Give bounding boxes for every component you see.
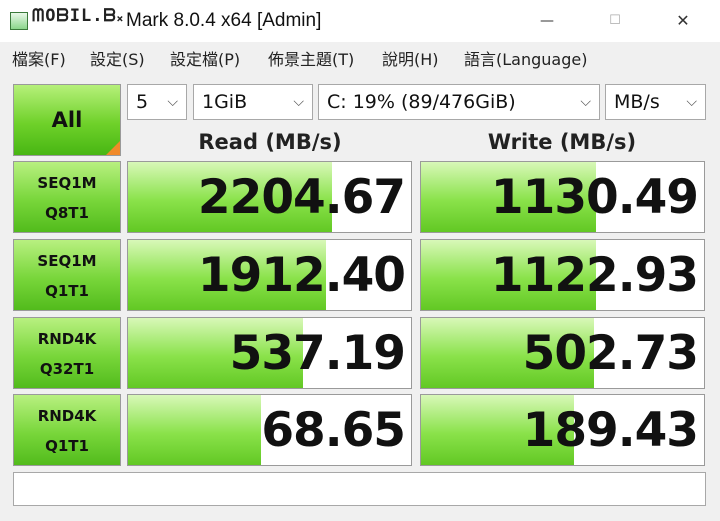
menu-file[interactable]: 檔案(F) bbox=[12, 46, 66, 70]
read-column-header: Read (MB/s) bbox=[198, 130, 342, 154]
write-column-header: Write (MB/s) bbox=[487, 130, 637, 154]
menu-theme[interactable]: 佈景主題(T) bbox=[268, 46, 354, 70]
test-rnd4k-q1t1-button[interactable]: RND4K Q1T1 bbox=[13, 394, 121, 466]
read-result-rnd4k-q32t1: 537.19 bbox=[127, 317, 412, 389]
app-disk-icon bbox=[10, 12, 28, 30]
menu-bar: 檔案(F) 設定(S) 設定檔(P) 佈景主題(T) 說明(H) 語言(Lang… bbox=[0, 42, 720, 74]
test-label-line2: Q1T1 bbox=[45, 437, 89, 455]
all-button[interactable]: All bbox=[13, 84, 121, 156]
test-count-value: 5 bbox=[136, 91, 149, 113]
write-result-seq1m-q8t1: 1130.49 bbox=[420, 161, 705, 233]
chevron-down-icon: ⌵ bbox=[293, 94, 304, 110]
test-size-value: 1GiB bbox=[202, 91, 248, 113]
test-label-line1: SEQ1M bbox=[37, 252, 97, 270]
all-button-label: All bbox=[51, 108, 83, 132]
crystaldiskmark-window: ᗰOᗷIL.ᗷ᙮ Mark 8.0.4 x64 [Admin] — ☐ ✕ 檔案… bbox=[0, 0, 720, 521]
close-button[interactable]: ✕ bbox=[660, 6, 706, 36]
menu-settings[interactable]: 設定(S) bbox=[90, 46, 145, 70]
menu-profile[interactable]: 設定檔(P) bbox=[170, 46, 240, 70]
drive-value: C: 19% (89/476GiB) bbox=[327, 91, 516, 113]
test-count-select[interactable]: 5 ⌵ bbox=[127, 84, 187, 120]
chevron-down-icon: ⌵ bbox=[167, 94, 178, 110]
title-bar: ᗰOᗷIL.ᗷ᙮ Mark 8.0.4 x64 [Admin] — ☐ ✕ bbox=[0, 0, 720, 42]
window-title: Mark 8.0.4 x64 [Admin] bbox=[126, 10, 322, 31]
drive-select[interactable]: C: 19% (89/476GiB) ⌵ bbox=[318, 84, 600, 120]
write-result-seq1m-q1t1: 1122.93 bbox=[420, 239, 705, 311]
test-seq1m-q1t1-button[interactable]: SEQ1M Q1T1 bbox=[13, 239, 121, 311]
write-value: 502.73 bbox=[522, 326, 699, 381]
test-label-line1: RND4K bbox=[37, 407, 97, 425]
test-size-select[interactable]: 1GiB ⌵ bbox=[193, 84, 313, 120]
write-value: 1130.49 bbox=[490, 170, 699, 225]
unit-select[interactable]: MB/s ⌵ bbox=[605, 84, 706, 120]
maximize-button[interactable]: ☐ bbox=[592, 6, 638, 36]
write-value: 189.43 bbox=[522, 403, 699, 458]
test-seq1m-q8t1-button[interactable]: SEQ1M Q8T1 bbox=[13, 161, 121, 233]
test-rnd4k-q32t1-button[interactable]: RND4K Q32T1 bbox=[13, 317, 121, 389]
write-value: 1122.93 bbox=[490, 248, 699, 303]
read-result-seq1m-q8t1: 2204.67 bbox=[127, 161, 412, 233]
unit-value: MB/s bbox=[614, 91, 660, 113]
read-value: 537.19 bbox=[229, 326, 406, 381]
chevron-down-icon: ⌵ bbox=[580, 94, 591, 110]
read-value: 1912.40 bbox=[197, 248, 406, 303]
test-label-line1: SEQ1M bbox=[37, 174, 97, 192]
menu-help[interactable]: 說明(H) bbox=[382, 46, 439, 70]
write-result-rnd4k-q32t1: 502.73 bbox=[420, 317, 705, 389]
menu-language[interactable]: 語言(Language) bbox=[464, 46, 587, 70]
write-result-rnd4k-q1t1: 189.43 bbox=[420, 394, 705, 466]
read-value: 68.65 bbox=[261, 403, 406, 458]
watermark-logo: ᗰOᗷIL.ᗷ᙮ bbox=[32, 6, 131, 36]
read-result-seq1m-q1t1: 1912.40 bbox=[127, 239, 412, 311]
read-result-rnd4k-q1t1: 68.65 bbox=[127, 394, 412, 466]
corner-triangle-icon bbox=[106, 141, 120, 155]
test-label-line2: Q32T1 bbox=[39, 360, 95, 378]
comment-input[interactable] bbox=[13, 472, 706, 506]
read-progress-bar bbox=[128, 395, 261, 465]
test-label-line2: Q8T1 bbox=[45, 204, 89, 222]
test-label-line1: RND4K bbox=[37, 330, 97, 348]
test-label-line2: Q1T1 bbox=[45, 282, 89, 300]
read-value: 2204.67 bbox=[197, 170, 406, 225]
minimize-button[interactable]: — bbox=[524, 6, 570, 36]
chevron-down-icon: ⌵ bbox=[686, 94, 697, 110]
